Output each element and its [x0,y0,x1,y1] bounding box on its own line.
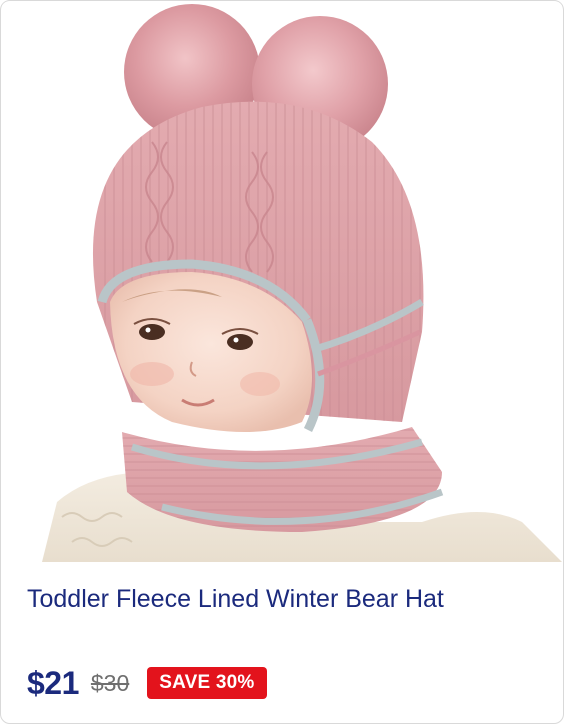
sale-price: $21 [27,664,79,701]
product-card[interactable]: Toddler Fleece Lined Winter Bear Hat $21… [0,0,564,724]
price-row: $21 $30 SAVE 30% [27,663,267,703]
product-image[interactable] [2,2,562,562]
discount-badge: SAVE 30% [147,667,267,699]
product-title[interactable]: Toddler Fleece Lined Winter Bear Hat [27,583,547,615]
original-price: $30 [90,669,130,696]
product-photo-illustration [2,2,562,562]
